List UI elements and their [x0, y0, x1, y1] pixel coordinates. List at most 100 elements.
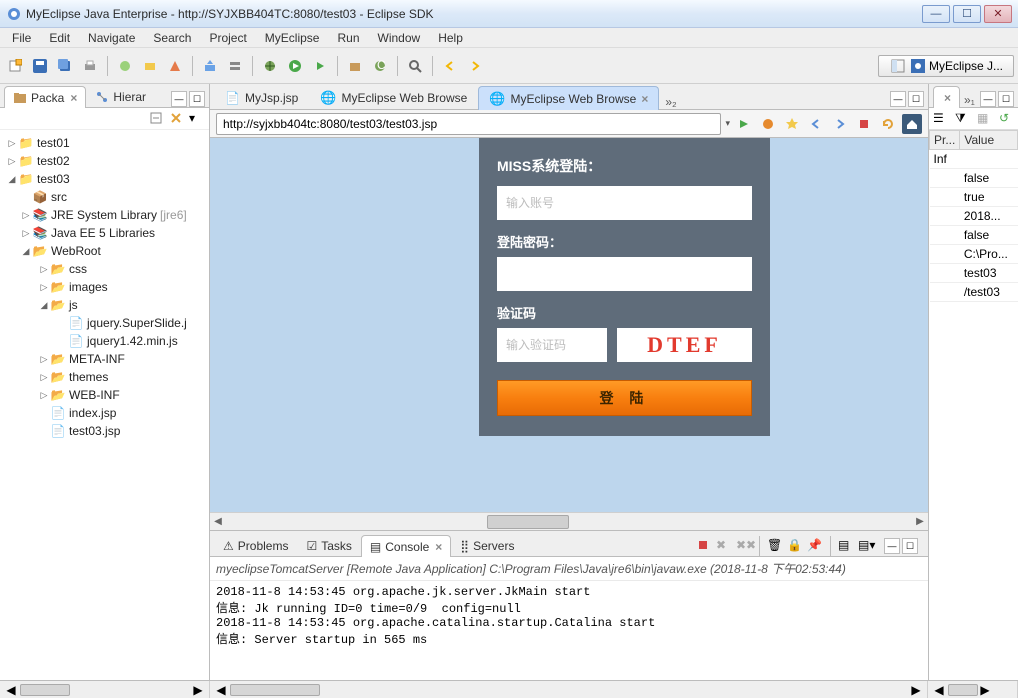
close-icon[interactable]: × — [944, 91, 951, 105]
maximize-view-icon[interactable]: ☐ — [189, 91, 205, 107]
save-button[interactable] — [29, 55, 51, 77]
categories-icon[interactable]: ☰ — [933, 111, 949, 127]
tree-folder[interactable]: ▷📂images — [0, 278, 209, 296]
menu-run[interactable]: Run — [329, 29, 367, 47]
properties-table[interactable]: Pr...Value Inf false true 2018... false … — [929, 130, 1018, 302]
maximize-view-icon[interactable]: ☐ — [998, 91, 1014, 107]
console-output[interactable]: 2018-11-8 14:53:45 org.apache.jk.server.… — [210, 581, 928, 651]
wizard3-icon[interactable] — [164, 55, 186, 77]
minimize-view-icon[interactable]: — — [884, 538, 900, 554]
editor-tab-browse2[interactable]: 🌐MyEclipse Web Browse× — [478, 86, 659, 110]
tab-problems[interactable]: ⚠Problems — [214, 534, 297, 556]
tab-package-explorer[interactable]: Packa × — [4, 86, 86, 108]
right-hscrollbar[interactable]: ◀▶ — [932, 683, 1013, 697]
tab-properties[interactable]: × — [933, 86, 960, 108]
table-row[interactable]: false — [930, 169, 1018, 188]
forward-icon[interactable] — [464, 55, 486, 77]
scroll-lock-icon[interactable]: 🔒 — [787, 538, 803, 554]
menu-myeclipse[interactable]: MyEclipse — [257, 29, 328, 47]
captcha-input[interactable] — [497, 328, 607, 362]
menu-edit[interactable]: Edit — [41, 29, 78, 47]
tree-folder[interactable]: ◢📂js — [0, 296, 209, 314]
window-minimize-button[interactable]: — — [922, 5, 950, 23]
close-icon[interactable]: × — [641, 92, 648, 106]
display-selected-icon[interactable]: ▤ — [838, 538, 854, 554]
debug-button[interactable] — [259, 55, 281, 77]
run-last-icon[interactable] — [309, 55, 331, 77]
tab-hierarchy[interactable]: Hierar — [86, 85, 155, 107]
remove-all-icon[interactable]: ✖✖ — [736, 538, 752, 554]
window-close-button[interactable]: ✕ — [984, 5, 1012, 23]
scroll-left-icon[interactable]: ◀ — [210, 516, 226, 527]
tree-project[interactable]: ▷📁test02 — [0, 152, 209, 170]
link-editor-icon[interactable] — [169, 111, 185, 127]
new-package-icon[interactable] — [344, 55, 366, 77]
table-row[interactable]: /test03 — [930, 283, 1018, 302]
view-menu-icon[interactable]: ▾ — [189, 111, 205, 127]
search-icon[interactable] — [404, 55, 426, 77]
maximize-editor-icon[interactable]: ☐ — [908, 91, 924, 107]
scroll-right-icon[interactable]: ▶ — [912, 516, 928, 527]
account-input[interactable] — [497, 186, 752, 220]
server-icon[interactable] — [224, 55, 246, 77]
tree-src[interactable]: 📦src — [0, 188, 209, 206]
browser-viewport[interactable]: MISS系统登陆： 登陆密码： 验证码 DTEF 登 陆 — [210, 138, 928, 512]
deploy-icon[interactable] — [199, 55, 221, 77]
table-row[interactable]: Inf — [930, 150, 1018, 169]
tab-tasks[interactable]: ☑Tasks — [297, 534, 360, 556]
menu-window[interactable]: Window — [370, 29, 429, 47]
menu-project[interactable]: Project — [201, 29, 254, 47]
open-perspective-icon[interactable] — [889, 55, 907, 77]
new-class-icon[interactable]: C — [369, 55, 391, 77]
more-tabs-icon[interactable]: »₂ — [659, 95, 682, 109]
table-row[interactable]: test03 — [930, 264, 1018, 283]
close-icon[interactable]: × — [70, 91, 77, 105]
tree-folder[interactable]: ▷📂themes — [0, 368, 209, 386]
clear-console-icon[interactable]: 🗑 — [767, 538, 783, 554]
back-icon[interactable] — [439, 55, 461, 77]
menu-search[interactable]: Search — [145, 29, 199, 47]
login-button[interactable]: 登 陆 — [497, 380, 752, 416]
wizard2-icon[interactable] — [139, 55, 161, 77]
minimize-view-icon[interactable]: — — [171, 91, 187, 107]
col-property[interactable]: Pr... — [930, 131, 960, 150]
wizard1-icon[interactable] — [114, 55, 136, 77]
tree-javaee[interactable]: ▷📚Java EE 5 Libraries — [0, 224, 209, 242]
col-value[interactable]: Value — [960, 131, 1018, 150]
tree-file[interactable]: 📄jquery.SuperSlide.j — [0, 314, 209, 332]
editor-tab-browse1[interactable]: 🌐MyEclipse Web Browse — [309, 85, 478, 109]
nav-forward-icon[interactable] — [830, 114, 850, 134]
tree-folder[interactable]: ▷📂WEB-INF — [0, 386, 209, 404]
center-hscrollbar[interactable]: ◀▶ — [214, 683, 923, 697]
filter-icon[interactable]: ⧩ — [955, 111, 971, 127]
run-button[interactable] — [284, 55, 306, 77]
minimize-view-icon[interactable]: — — [980, 91, 996, 107]
browser-hscrollbar[interactable]: ◀ ▶ — [210, 512, 928, 530]
package-explorer-tree[interactable]: ▷📁test01 ▷📁test02 ◢📁test03 📦src ▷📚JRE Sy… — [0, 130, 209, 680]
new-button[interactable] — [4, 55, 26, 77]
pin-console-icon[interactable]: 📌 — [807, 538, 823, 554]
tree-project[interactable]: ◢📁test03 — [0, 170, 209, 188]
nav-back-icon[interactable] — [806, 114, 826, 134]
tree-webroot[interactable]: ◢📂WebRoot — [0, 242, 209, 260]
url-dropdown-icon[interactable]: ▾ — [725, 118, 730, 129]
refresh-icon[interactable] — [878, 114, 898, 134]
home-icon[interactable] — [902, 114, 922, 134]
menu-navigate[interactable]: Navigate — [80, 29, 143, 47]
window-maximize-button[interactable]: ☐ — [953, 5, 981, 23]
captcha-image[interactable]: DTEF — [617, 328, 752, 362]
open-console-icon[interactable]: ▤▾ — [858, 538, 874, 554]
show-advanced-icon[interactable]: ▦ — [977, 111, 993, 127]
tree-folder[interactable]: ▷📂META-INF — [0, 350, 209, 368]
tab-console[interactable]: ▤Console× — [361, 535, 451, 557]
table-row[interactable]: 2018... — [930, 207, 1018, 226]
table-row[interactable]: true — [930, 188, 1018, 207]
restore-defaults-icon[interactable]: ↺ — [999, 111, 1015, 127]
menu-help[interactable]: Help — [430, 29, 471, 47]
url-input[interactable] — [216, 113, 721, 135]
more-tabs-icon[interactable]: »₁ — [960, 93, 979, 107]
menu-file[interactable]: File — [4, 29, 39, 47]
tree-file[interactable]: 📄index.jsp — [0, 404, 209, 422]
perspective-switcher[interactable]: MyEclipse J... — [878, 55, 1014, 77]
go-icon[interactable] — [734, 114, 754, 134]
